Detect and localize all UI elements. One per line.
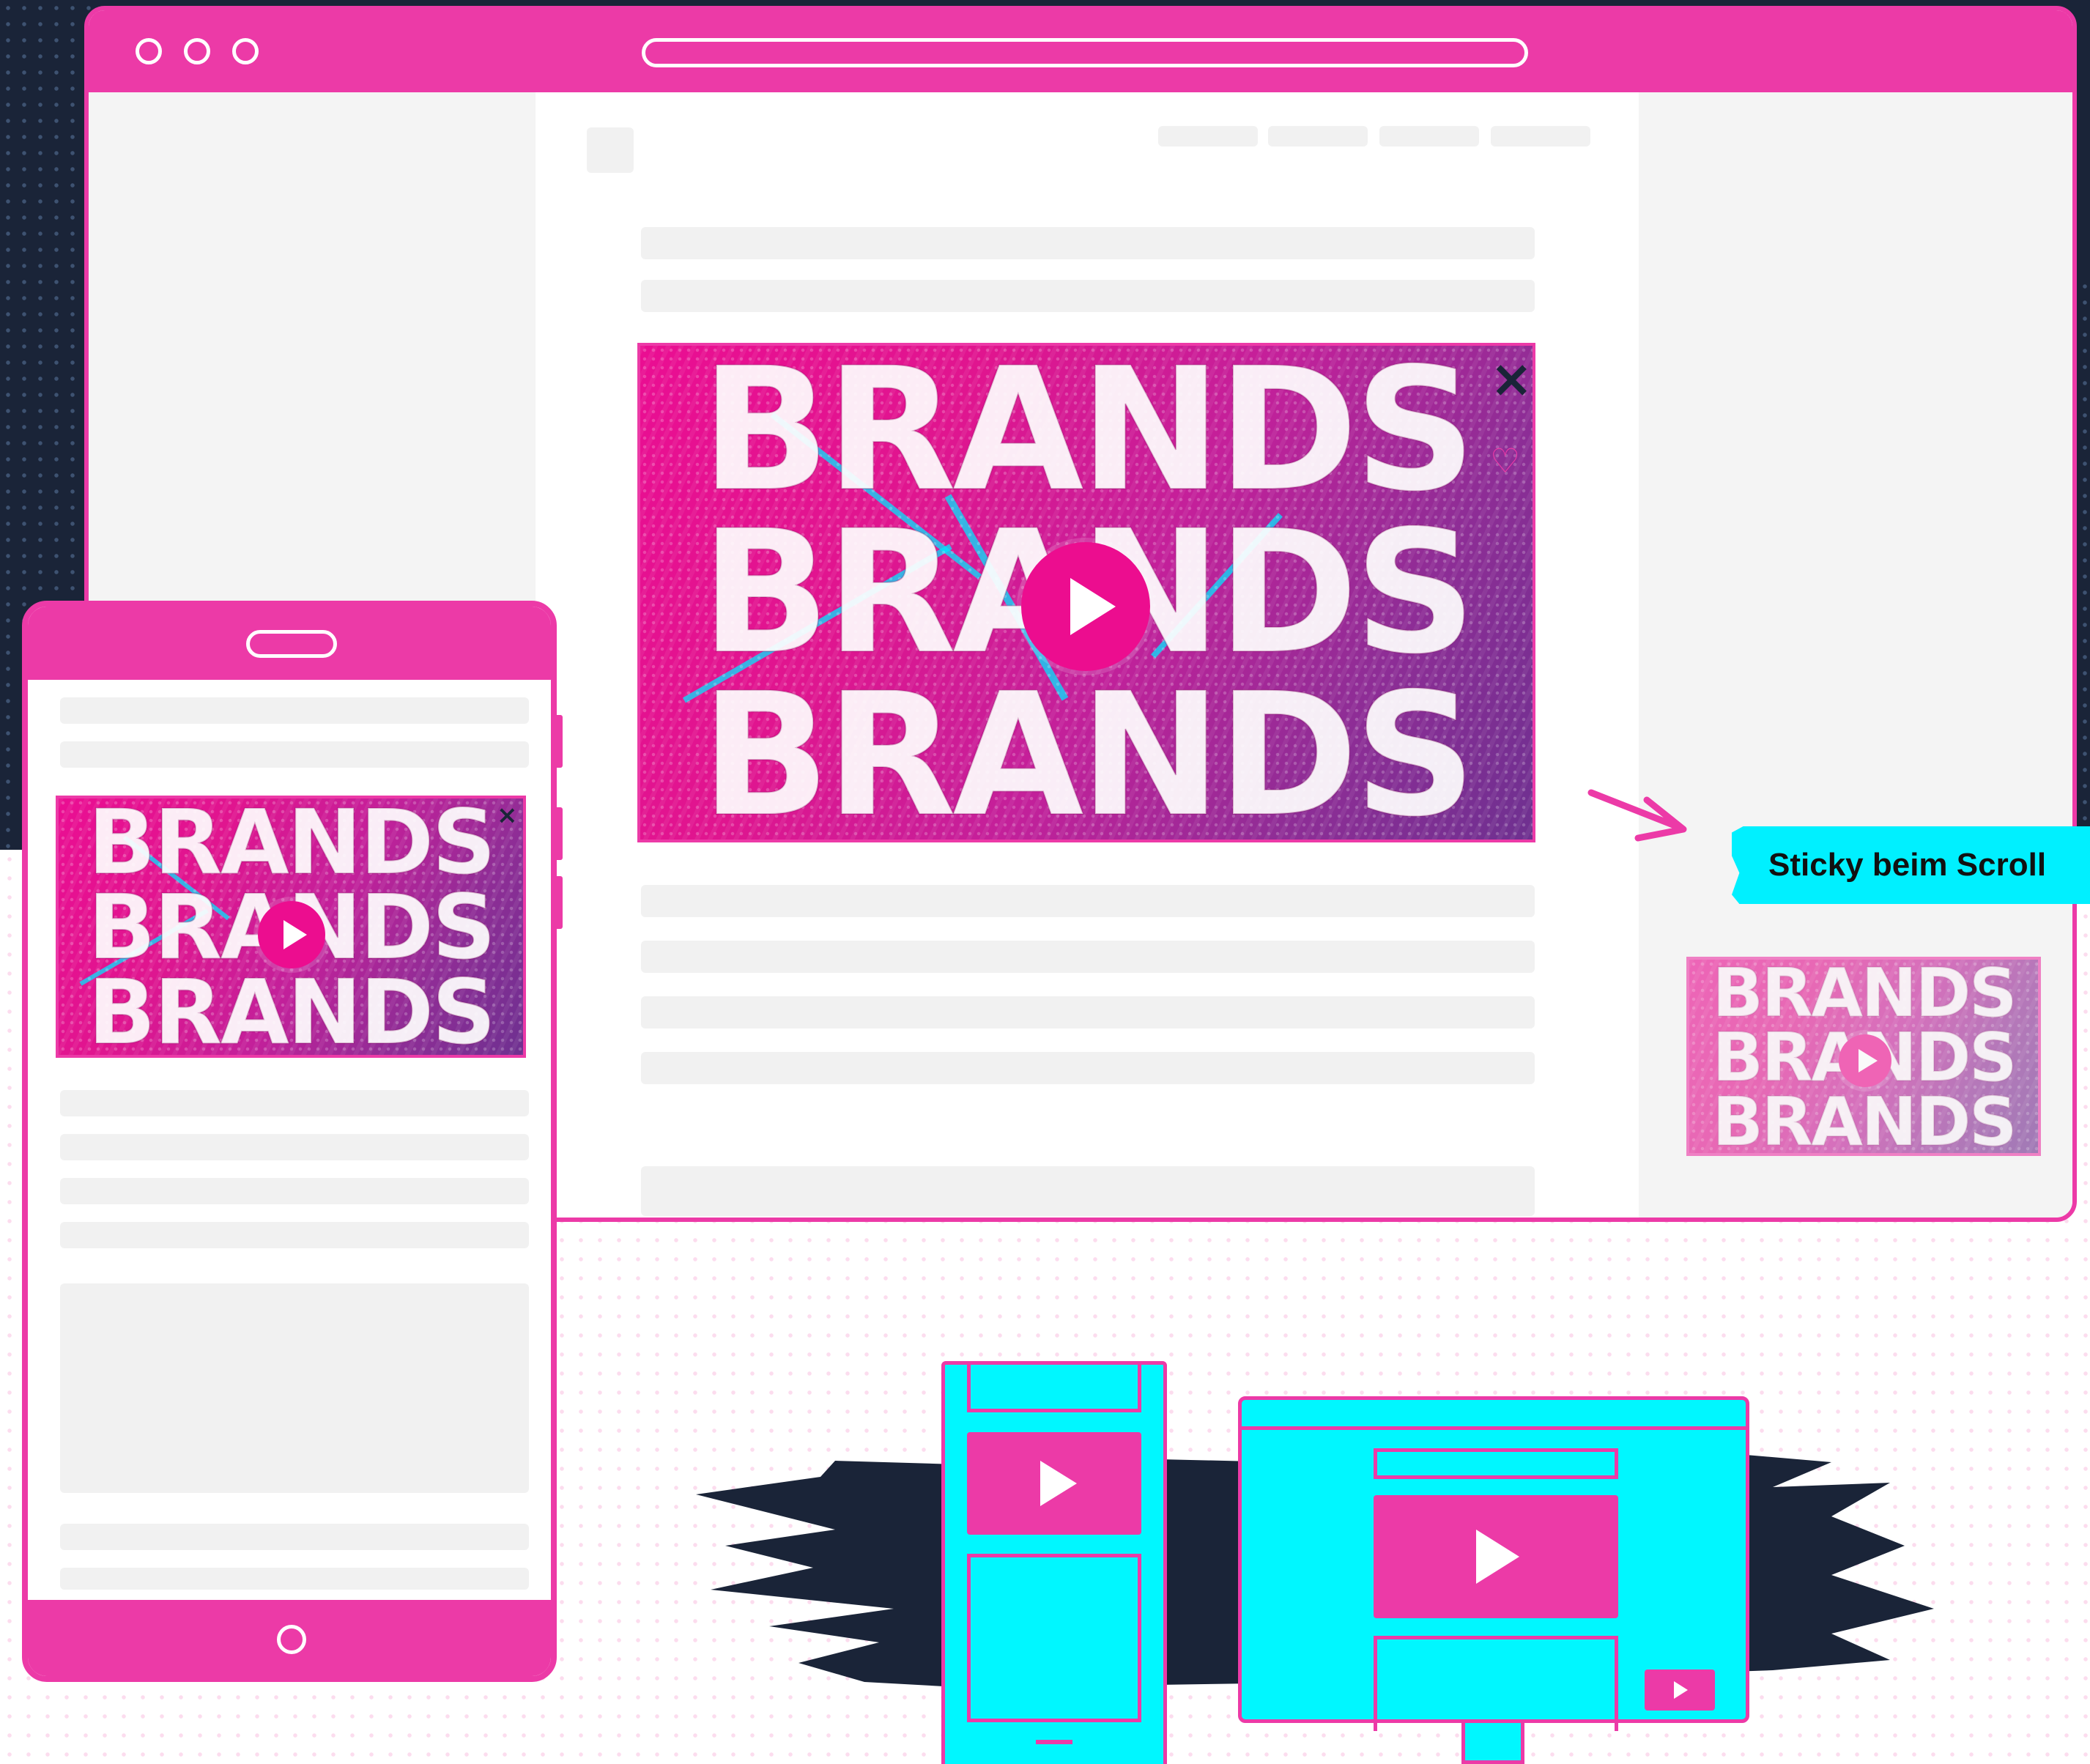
- sticky-label-text: Sticky beim Scroll: [1768, 847, 2047, 883]
- logo-placeholder: [587, 127, 634, 173]
- sticky-mini-video-player[interactable]: BRANDS BRANDS BRANDS: [1686, 957, 2041, 1156]
- desktop-icon-toolbar-line: [1242, 1426, 1746, 1430]
- phone-top-bar: [28, 607, 551, 680]
- sticky-play-icon: [1645, 1670, 1715, 1711]
- play-icon: [967, 1432, 1141, 1535]
- mobile-phone-frame: [22, 601, 557, 1682]
- text-line-placeholder: [641, 885, 1535, 917]
- brands-word-row: BRANDS: [640, 346, 1533, 530]
- phone-bottom-bar: [28, 1600, 551, 1676]
- play-icon[interactable]: [1021, 542, 1150, 671]
- sticky-scroll-label: Sticky beim Scroll: [1732, 826, 2090, 904]
- desktop-icon-header: [1374, 1448, 1618, 1479]
- text-line-placeholder: [641, 280, 1535, 312]
- text-line-placeholder: [60, 1222, 529, 1248]
- content-block-placeholder: [60, 1283, 529, 1493]
- text-block-placeholder: [641, 1166, 1535, 1216]
- brands-word-row: BRANDS: [1689, 960, 2038, 1033]
- window-control-dot[interactable]: [136, 38, 162, 64]
- phone-side-button: [554, 807, 563, 860]
- text-line-placeholder: [60, 1090, 529, 1116]
- text-line-placeholder: [60, 1568, 529, 1590]
- phone-icon-home-bar: [1036, 1740, 1072, 1744]
- text-line-placeholder: [60, 741, 529, 768]
- nav-item-placeholder[interactable]: [1158, 126, 1258, 147]
- nav-item-placeholder[interactable]: [1491, 126, 1590, 147]
- brands-word-row: BRANDS: [1689, 1082, 2038, 1154]
- close-icon[interactable]: ×: [1490, 353, 1533, 404]
- brands-word-row: BRANDS: [640, 656, 1533, 840]
- phone-home-button[interactable]: [277, 1625, 306, 1654]
- mobile-video-ad-player[interactable]: BRANDS BRANDS BRANDS ×: [56, 796, 526, 1058]
- phone-speaker: [246, 630, 337, 658]
- brands-text: BRANDS: [87, 960, 497, 1058]
- text-line-placeholder: [641, 996, 1535, 1029]
- scene: BRANDS BRANDS BRANDS × ♡ Sticky beim Scr…: [0, 0, 2090, 1764]
- desktop-icon-content: [1374, 1636, 1618, 1731]
- play-icon[interactable]: [1839, 1034, 1891, 1087]
- phone-side-button: [554, 876, 563, 929]
- phone-side-button: [554, 715, 563, 768]
- desktop-device-icon: [1238, 1396, 1749, 1731]
- close-icon[interactable]: ×: [497, 803, 518, 828]
- phone-icon-header: [967, 1361, 1141, 1412]
- brands-word-row: BRANDS: [59, 798, 523, 895]
- nav-item-placeholder[interactable]: [1268, 126, 1368, 147]
- arrow-icon: [1587, 789, 1687, 842]
- text-line-placeholder: [60, 1524, 529, 1550]
- brands-text: BRANDS: [700, 656, 1478, 842]
- desktop-icon-stand: [1461, 1723, 1524, 1764]
- text-line-placeholder: [60, 1178, 529, 1204]
- text-line-placeholder: [641, 227, 1535, 259]
- video-ad-player[interactable]: BRANDS BRANDS BRANDS × ♡: [637, 343, 1535, 842]
- text-line-placeholder: [641, 1052, 1535, 1084]
- text-line-placeholder: [60, 1134, 529, 1160]
- text-line-placeholder: [60, 697, 529, 724]
- window-control-dot[interactable]: [232, 38, 259, 64]
- heart-icon: ♡: [1490, 441, 1521, 481]
- mobile-device-icon: [941, 1361, 1167, 1764]
- url-bar[interactable]: [642, 38, 1528, 67]
- window-control-dot[interactable]: [184, 38, 210, 64]
- text-line-placeholder: [641, 941, 1535, 973]
- nav-item-placeholder[interactable]: [1379, 126, 1479, 147]
- browser-title-bar: [89, 10, 2072, 92]
- play-icon: [1374, 1495, 1618, 1618]
- brands-text: BRANDS: [1711, 1082, 2018, 1156]
- play-icon[interactable]: [258, 901, 325, 968]
- brands-word-row: BRANDS: [59, 960, 523, 1055]
- phone-icon-content: [967, 1554, 1141, 1722]
